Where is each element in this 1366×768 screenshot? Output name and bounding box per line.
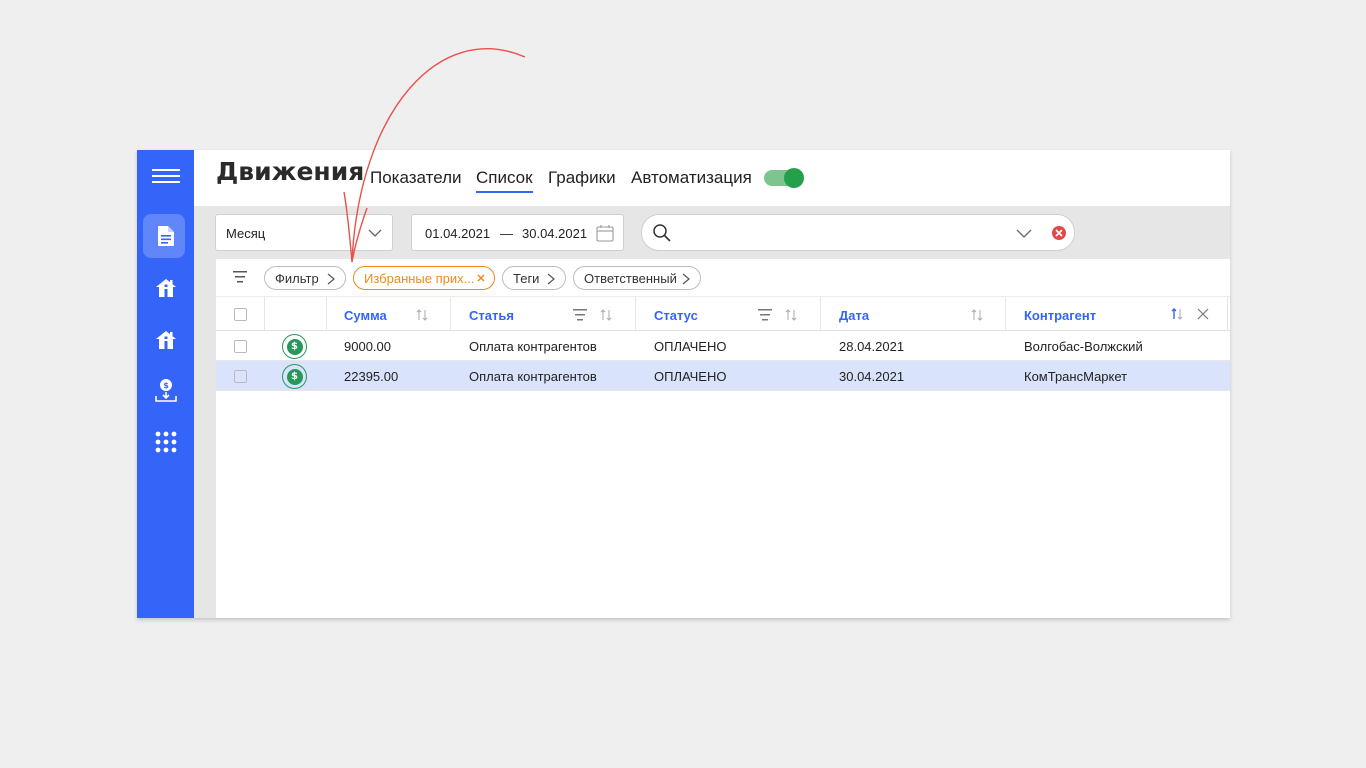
svg-text:$: $: [163, 381, 169, 390]
main-area: Движения Показатели Список Графики Автом…: [194, 150, 1230, 618]
money-download-icon: $: [154, 379, 177, 402]
house-icon: [155, 331, 176, 349]
apps-button[interactable]: [137, 420, 194, 464]
sidebar-item-house-2[interactable]: [137, 318, 194, 362]
menu-button[interactable]: [137, 154, 194, 198]
header: Движения Показатели Список Графики Автом…: [194, 150, 1230, 206]
filter-lines-icon[interactable]: [573, 309, 587, 321]
filter-lines-icon[interactable]: [233, 271, 247, 283]
chips-row: Фильтр Избранные прих... Теги Ответствен…: [216, 259, 1230, 297]
column-status[interactable]: Статус: [654, 297, 698, 331]
period-select[interactable]: Месяц: [215, 214, 393, 251]
column-amount[interactable]: Сумма: [344, 297, 387, 331]
column-date[interactable]: Дата: [839, 297, 869, 331]
sort-icon[interactable]: [971, 309, 983, 321]
automation-toggle[interactable]: [764, 168, 804, 188]
cell-amount: 22395.00: [344, 369, 399, 384]
sidebar: $: [137, 150, 194, 618]
cell-status: ОПЛАЧЕНО: [654, 339, 727, 354]
cell-date: 28.04.2021: [839, 339, 905, 354]
row-checkbox[interactable]: [234, 340, 247, 353]
apps-grid-icon: [155, 431, 176, 453]
date-from: 01.04.2021: [425, 226, 491, 241]
chevron-down-icon[interactable]: [1016, 226, 1032, 240]
chip-label: Ответственный: [584, 271, 677, 286]
menu-icon: [151, 169, 180, 183]
cell-counterparty: КомТрансМаркет: [1024, 369, 1128, 384]
sidebar-item-house-1[interactable]: [137, 266, 194, 310]
chevron-right-icon: [547, 273, 555, 285]
sidebar-item-money[interactable]: $: [137, 368, 194, 412]
chip-tags[interactable]: Теги: [502, 266, 566, 290]
search-icon: [653, 224, 671, 242]
date-to: 30.04.2021: [522, 226, 588, 241]
tab-indicators[interactable]: Показатели: [370, 168, 462, 188]
sort-active-icon[interactable]: [1171, 308, 1183, 320]
column-article[interactable]: Статья: [469, 297, 514, 331]
sort-icon[interactable]: [600, 309, 612, 321]
cell-counterparty: Волгобас-Волжский: [1024, 339, 1143, 354]
table-row[interactable]: $ 9000.00 Оплата контрагентов ОПЛАЧЕНО 2…: [216, 331, 1230, 361]
chevron-right-icon: [327, 273, 335, 285]
chevron-down-icon: [368, 229, 382, 237]
tab-list[interactable]: Список: [476, 168, 533, 193]
date-separator: —: [500, 226, 513, 241]
chip-responsible[interactable]: Ответственный: [573, 266, 701, 290]
table-header: Сумма Статья Статус Дата Контрагент: [216, 297, 1230, 331]
cell-status: ОПЛАЧЕНО: [654, 369, 727, 384]
column-counterparty[interactable]: Контрагент: [1024, 297, 1096, 331]
clear-icon[interactable]: [1051, 225, 1067, 241]
chip-favorites[interactable]: Избранные прих...: [353, 266, 495, 290]
calendar-icon[interactable]: [596, 224, 614, 242]
chip-label: Теги: [513, 271, 540, 286]
chip-label: Фильтр: [275, 271, 319, 286]
search-input[interactable]: [641, 214, 1075, 251]
sort-icon[interactable]: [785, 309, 797, 321]
cell-article: Оплата контрагентов: [469, 339, 597, 354]
chevron-right-icon: [682, 273, 690, 285]
app-window: $ Движения Показатели Список Графики Авт…: [137, 150, 1230, 618]
chip-label: Избранные прих...: [364, 271, 475, 286]
chip-filter[interactable]: Фильтр: [264, 266, 346, 290]
income-icon: $: [282, 364, 307, 389]
house-icon: [155, 279, 176, 297]
row-checkbox[interactable]: [234, 370, 247, 383]
sort-icon[interactable]: [416, 309, 428, 321]
list-content: Фильтр Избранные прих... Теги Ответствен…: [216, 259, 1230, 618]
page-title: Движения: [216, 157, 365, 186]
sidebar-item-documents[interactable]: [137, 214, 194, 258]
income-icon: $: [282, 334, 307, 359]
cell-article: Оплата контрагентов: [469, 369, 597, 384]
filter-lines-icon[interactable]: [758, 309, 772, 321]
tab-charts[interactable]: Графики: [548, 168, 616, 188]
period-value: Месяц: [226, 226, 266, 241]
cell-date: 30.04.2021: [839, 369, 905, 384]
select-all-checkbox[interactable]: [234, 308, 247, 321]
document-icon: [157, 226, 174, 246]
date-range-picker[interactable]: 01.04.2021 — 30.04.2021: [411, 214, 624, 251]
cell-amount: 9000.00: [344, 339, 391, 354]
close-icon[interactable]: [1197, 308, 1209, 320]
close-icon[interactable]: [477, 274, 485, 282]
tab-automation[interactable]: Автоматизация: [631, 168, 752, 188]
table-row[interactable]: $ 22395.00 Оплата контрагентов ОПЛАЧЕНО …: [216, 361, 1230, 391]
